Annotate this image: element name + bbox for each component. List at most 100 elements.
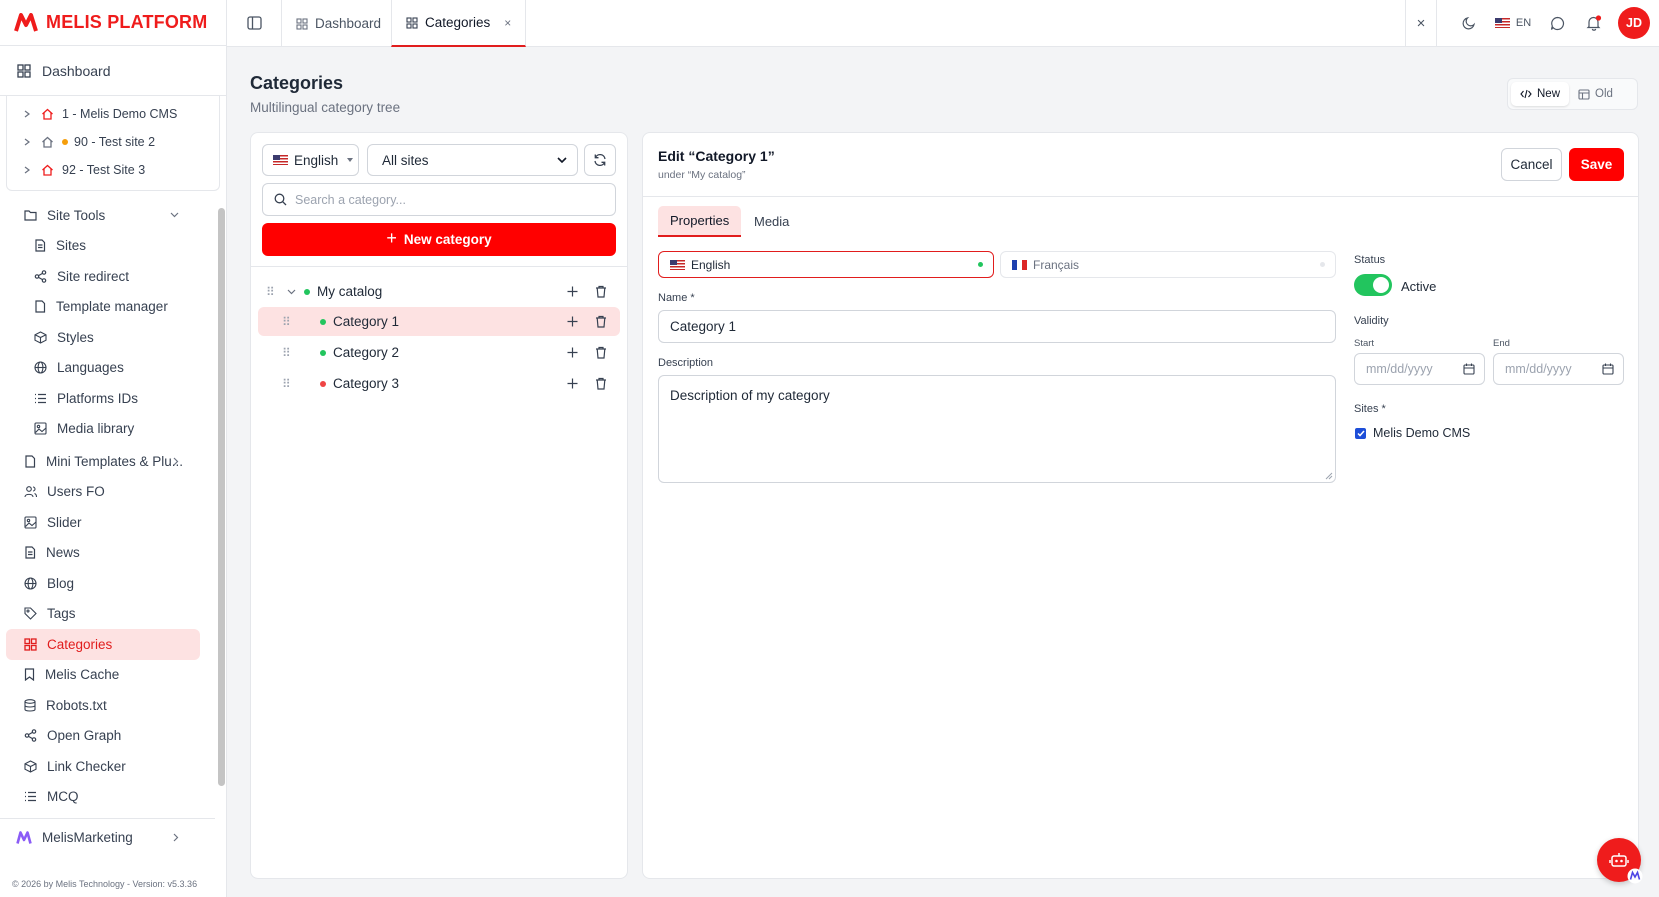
resize-handle-icon[interactable] bbox=[1325, 472, 1333, 480]
close-tab-icon[interactable]: × bbox=[504, 16, 511, 30]
add-child-button[interactable] bbox=[567, 286, 578, 297]
tree-node-category-3[interactable]: ⠿ Category 3 bbox=[258, 369, 620, 398]
tab-media[interactable]: Media bbox=[742, 206, 801, 237]
drag-handle-icon[interactable]: ⠿ bbox=[266, 285, 275, 299]
sidebar-item-sites[interactable]: Sites bbox=[0, 231, 215, 262]
chevron-right-icon[interactable] bbox=[23, 110, 31, 118]
robot-icon bbox=[1609, 853, 1629, 867]
sidebar-item-slider[interactable]: Slider bbox=[0, 507, 215, 538]
drag-handle-icon[interactable]: ⠿ bbox=[282, 346, 291, 360]
drag-handle-icon[interactable]: ⠿ bbox=[282, 377, 291, 391]
sidebar-item-link-checker[interactable]: Link Checker bbox=[0, 751, 215, 782]
sidebar-item-mini-templates[interactable]: Mini Templates & Plu... bbox=[0, 446, 215, 477]
sidebar-item-tags[interactable]: Tags bbox=[0, 599, 215, 630]
sidebar-item-mcq[interactable]: MCQ bbox=[0, 782, 215, 813]
site-filter-select[interactable]: All sites bbox=[367, 144, 578, 176]
code-icon bbox=[1520, 89, 1532, 99]
view-new-label: New bbox=[1537, 88, 1561, 100]
sidebar-item-site-redirect[interactable]: Site redirect bbox=[0, 261, 215, 292]
delete-button[interactable] bbox=[595, 377, 607, 390]
sidebar-item-robots[interactable]: Robots.txt bbox=[0, 690, 215, 721]
sidebar-item-blog[interactable]: Blog bbox=[0, 568, 215, 599]
tree-node-category-2[interactable]: ⠿ Category 2 bbox=[258, 338, 620, 367]
description-field[interactable]: Description of my category bbox=[658, 375, 1336, 483]
brand-name: MELIS PLATFORM bbox=[46, 12, 208, 32]
sidebar-item-news[interactable]: News bbox=[0, 538, 215, 569]
sidebar-item-label: Users FO bbox=[47, 484, 105, 500]
calendar-icon[interactable] bbox=[1602, 363, 1614, 375]
search-placeholder: Search a category... bbox=[295, 192, 406, 207]
add-child-button[interactable] bbox=[567, 316, 578, 327]
assistant-bot-button[interactable] bbox=[1597, 838, 1643, 884]
tree-language-select[interactable]: English bbox=[262, 144, 359, 176]
sidebar-item-melis-marketing[interactable]: MelisMarketing bbox=[0, 818, 215, 856]
save-button[interactable]: Save bbox=[1569, 148, 1624, 181]
site-tree-item[interactable]: 1 - Melis Demo CMS bbox=[7, 100, 219, 128]
refresh-button[interactable] bbox=[584, 144, 616, 176]
toggle-sidebar-button[interactable] bbox=[227, 0, 281, 46]
end-date-input[interactable]: mm/dd/yyyy bbox=[1493, 353, 1624, 385]
lang-tab-english[interactable]: English bbox=[658, 251, 994, 278]
sidebar-item-dashboard[interactable]: Dashboard bbox=[0, 46, 226, 96]
chevron-right-icon[interactable] bbox=[23, 166, 31, 174]
brand-logo[interactable]: MELIS PLATFORM bbox=[0, 0, 226, 46]
user-menu[interactable]: JD bbox=[1616, 0, 1652, 46]
tab-properties[interactable]: Properties bbox=[658, 206, 742, 237]
tab-dashboard[interactable]: Dashboard bbox=[281, 0, 395, 47]
delete-button[interactable] bbox=[595, 346, 607, 359]
sidebar-item-label: MelisMarketing bbox=[42, 830, 133, 845]
category-search-input[interactable]: Search a category... bbox=[262, 183, 616, 216]
language-switcher[interactable]: EN bbox=[1491, 0, 1535, 46]
add-child-button[interactable] bbox=[567, 347, 578, 358]
sidebar-item-languages[interactable]: Languages bbox=[0, 353, 215, 384]
messages-button[interactable] bbox=[1543, 0, 1571, 46]
start-date-input[interactable]: mm/dd/yyyy bbox=[1354, 353, 1485, 385]
cancel-button[interactable]: Cancel bbox=[1501, 148, 1562, 181]
lang-tab-francais[interactable]: Français bbox=[1000, 251, 1336, 278]
calendar-icon[interactable] bbox=[1463, 363, 1475, 375]
tab-categories[interactable]: Categories × bbox=[391, 0, 527, 47]
chevron-down-icon[interactable] bbox=[170, 212, 179, 218]
tree-node-category-1[interactable]: ⠿ Category 1 bbox=[258, 307, 620, 336]
chevron-right-icon[interactable] bbox=[173, 833, 179, 842]
sidebar-item-label: Categories bbox=[47, 636, 113, 652]
sidebar-item-media-library[interactable]: Media library bbox=[0, 414, 215, 445]
name-field[interactable]: Category 1 bbox=[658, 310, 1336, 343]
chevron-right-icon[interactable] bbox=[23, 138, 31, 146]
notifications-button[interactable] bbox=[1580, 0, 1608, 46]
sidebar-item-platforms-ids[interactable]: Platforms IDs bbox=[0, 383, 215, 414]
sidebar-item-styles[interactable]: Styles bbox=[0, 322, 215, 353]
tab-label: Dashboard bbox=[315, 16, 382, 31]
start-label: Start bbox=[1354, 338, 1375, 349]
site-label: 90 - Test site 2 bbox=[74, 135, 156, 149]
view-new-button[interactable]: New bbox=[1511, 82, 1570, 106]
sidebar-item-label: Media library bbox=[57, 421, 135, 437]
dark-mode-button[interactable] bbox=[1455, 0, 1483, 46]
drag-handle-icon[interactable]: ⠿ bbox=[282, 315, 291, 329]
site-tree-item[interactable]: 92 - Test Site 3 bbox=[7, 156, 219, 184]
sidebar-item-label: Styles bbox=[57, 329, 94, 345]
globe-icon bbox=[34, 361, 47, 374]
sidebar-item-melis-cache[interactable]: Melis Cache bbox=[0, 660, 215, 691]
status-label: Status bbox=[1354, 254, 1386, 266]
status-toggle[interactable] bbox=[1354, 274, 1392, 296]
delete-button[interactable] bbox=[595, 285, 607, 298]
view-old-button[interactable]: Old bbox=[1569, 82, 1622, 106]
site-tree-item[interactable]: 90 - Test site 2 bbox=[7, 128, 219, 156]
sidebar-item-categories[interactable]: Categories bbox=[6, 629, 200, 660]
sidebar-item-label: Slider bbox=[47, 514, 82, 530]
sidebar-scrollbar[interactable] bbox=[218, 208, 225, 786]
sidebar-item-open-graph[interactable]: Open Graph bbox=[0, 721, 215, 752]
end-label: End bbox=[1493, 338, 1510, 349]
tree-node-my-catalog[interactable]: ⠿ My catalog bbox=[258, 277, 620, 306]
add-child-button[interactable] bbox=[567, 378, 578, 389]
new-category-button[interactable]: + New category bbox=[262, 223, 616, 256]
close-all-tabs-button[interactable]: × bbox=[1405, 0, 1437, 46]
chevron-down-icon[interactable] bbox=[287, 289, 296, 295]
sidebar-item-site-tools[interactable]: Site Tools bbox=[0, 200, 215, 231]
sidebar-item-users-fo[interactable]: Users FO bbox=[0, 477, 215, 508]
sidebar-item-template-manager[interactable]: Template manager bbox=[0, 292, 215, 323]
site-checkbox[interactable] bbox=[1355, 428, 1366, 439]
chevron-right-icon[interactable] bbox=[173, 457, 179, 466]
delete-button[interactable] bbox=[595, 315, 607, 328]
